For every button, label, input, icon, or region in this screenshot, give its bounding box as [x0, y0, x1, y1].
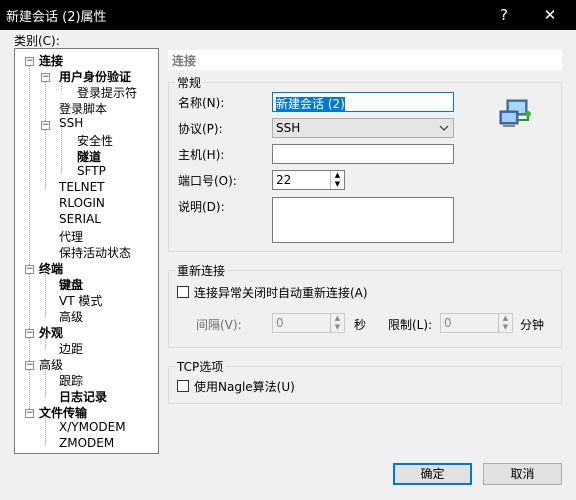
tcp-group-title: TCP选项: [175, 358, 226, 375]
tree-item-proxy[interactable]: 代理: [59, 228, 83, 245]
chevron-down-icon: [439, 125, 449, 131]
protocol-value: SSH: [276, 121, 301, 135]
interval-unit: 秒: [354, 318, 367, 332]
tree-item-user-auth[interactable]: 用户身份验证: [59, 68, 131, 85]
tree-item-connection[interactable]: 连接: [39, 52, 63, 69]
cancel-button[interactable]: 取消: [483, 463, 562, 485]
tree-item-rlogin[interactable]: RLOGIN: [59, 196, 105, 210]
name-value: 新建会话 (2): [276, 97, 345, 111]
reconnect-group: [168, 270, 562, 348]
tree-item-keyboard[interactable]: 键盘: [59, 276, 83, 293]
panel-header: 连接: [168, 50, 562, 70]
collapse-icon[interactable]: −: [25, 409, 34, 418]
nagle-label[interactable]: 使用Nagle算法(U): [194, 378, 295, 395]
host-label: 主机(H):: [178, 148, 225, 162]
collapse-icon[interactable]: −: [25, 57, 34, 66]
help-button[interactable]: ?: [492, 4, 516, 26]
tree-item-sftp[interactable]: SFTP: [77, 164, 106, 178]
nagle-checkbox[interactable]: [177, 380, 189, 392]
tree-item-keepalive[interactable]: 保持活动状态: [59, 244, 131, 261]
tree-item-trace[interactable]: 跟踪: [59, 372, 83, 389]
panel-title: 连接: [172, 54, 197, 68]
tree-item-xymodem[interactable]: X/YMODEM: [59, 420, 126, 434]
tree-item-file-transfer[interactable]: 文件传输: [39, 404, 87, 421]
limit-label: 限制(L):: [388, 318, 433, 332]
tree-item-terminal[interactable]: 终端: [39, 260, 63, 277]
tree-item-appearance[interactable]: 外观: [39, 324, 63, 341]
port-field[interactable]: 22 ▲ ▼: [272, 170, 345, 190]
interval-value: 0: [276, 316, 284, 330]
ok-button[interactable]: 确定: [393, 463, 472, 485]
protocol-select[interactable]: SSH: [272, 118, 454, 138]
collapse-icon[interactable]: −: [41, 121, 50, 130]
spin-up-icon[interactable]: ▲: [499, 314, 512, 323]
collapse-icon[interactable]: −: [41, 73, 50, 82]
reconnect-group-title: 重新连接: [175, 262, 228, 279]
tree-item-logging[interactable]: 日志记录: [59, 388, 107, 405]
host-field[interactable]: [272, 144, 454, 164]
tree-item-security[interactable]: 安全性: [77, 132, 113, 149]
network-computer-icon: [499, 99, 531, 127]
protocol-label: 协议(P):: [178, 122, 223, 136]
window-title: 新建会话 (2)属性: [6, 10, 107, 25]
spin-down-icon[interactable]: ▼: [499, 323, 512, 332]
title-bar: 新建会话 (2)属性 ? ✕: [0, 0, 576, 30]
description-field[interactable]: [272, 197, 454, 243]
collapse-icon[interactable]: −: [25, 361, 34, 370]
interval-spinner[interactable]: ▲ ▼: [330, 314, 344, 332]
close-button[interactable]: ✕: [538, 4, 562, 26]
spin-up-icon[interactable]: ▲: [331, 314, 344, 323]
collapse-icon[interactable]: −: [25, 329, 34, 338]
tree-item-tunnel[interactable]: 隧道: [77, 148, 101, 165]
limit-spinner[interactable]: ▲ ▼: [498, 314, 512, 332]
auto-reconnect-label[interactable]: 连接异常关闭时自动重新连接(A): [194, 284, 368, 301]
tree-item-terminal-advanced[interactable]: 高级: [59, 308, 83, 325]
spin-up-icon[interactable]: ▲: [331, 171, 344, 180]
tree-item-telnet[interactable]: TELNET: [59, 180, 105, 194]
interval-field[interactable]: 0 ▲ ▼: [272, 313, 345, 333]
limit-value: 0: [444, 316, 452, 330]
tree-item-login-script[interactable]: 登录脚本: [59, 100, 107, 117]
tree-item-advanced[interactable]: 高级: [39, 356, 63, 373]
limit-field[interactable]: 0 ▲ ▼: [440, 313, 513, 333]
description-label: 说明(D):: [178, 200, 225, 214]
port-value: 22: [276, 173, 292, 187]
spin-down-icon[interactable]: ▼: [331, 180, 344, 189]
collapse-icon[interactable]: −: [25, 265, 34, 274]
port-spinner[interactable]: ▲ ▼: [330, 171, 344, 189]
tree-item-login-prompt[interactable]: 登录提示符: [77, 84, 137, 101]
tree-item-ssh[interactable]: SSH: [59, 116, 83, 130]
tree-item-margins[interactable]: 边距: [59, 340, 83, 357]
port-label: 端口号(O):: [178, 174, 237, 188]
auto-reconnect-checkbox[interactable]: [177, 286, 189, 298]
general-group-title: 常规: [175, 74, 204, 91]
name-label: 名称(N):: [178, 96, 225, 110]
tree-item-vt-mode[interactable]: VT 模式: [59, 292, 102, 309]
interval-label: 间隔(V):: [196, 318, 242, 332]
spin-down-icon[interactable]: ▼: [331, 323, 344, 332]
category-label: 类别(C):: [14, 34, 60, 48]
limit-unit: 分钟: [520, 318, 545, 332]
name-field[interactable]: 新建会话 (2): [272, 92, 454, 112]
category-tree[interactable]: − 连接 − 用户身份验证 登录提示符 登录脚本 − SSH 安全性 隧道 SF…: [14, 48, 159, 454]
tree-item-zmodem[interactable]: ZMODEM: [59, 436, 114, 450]
tree-item-serial[interactable]: SERIAL: [59, 212, 101, 226]
